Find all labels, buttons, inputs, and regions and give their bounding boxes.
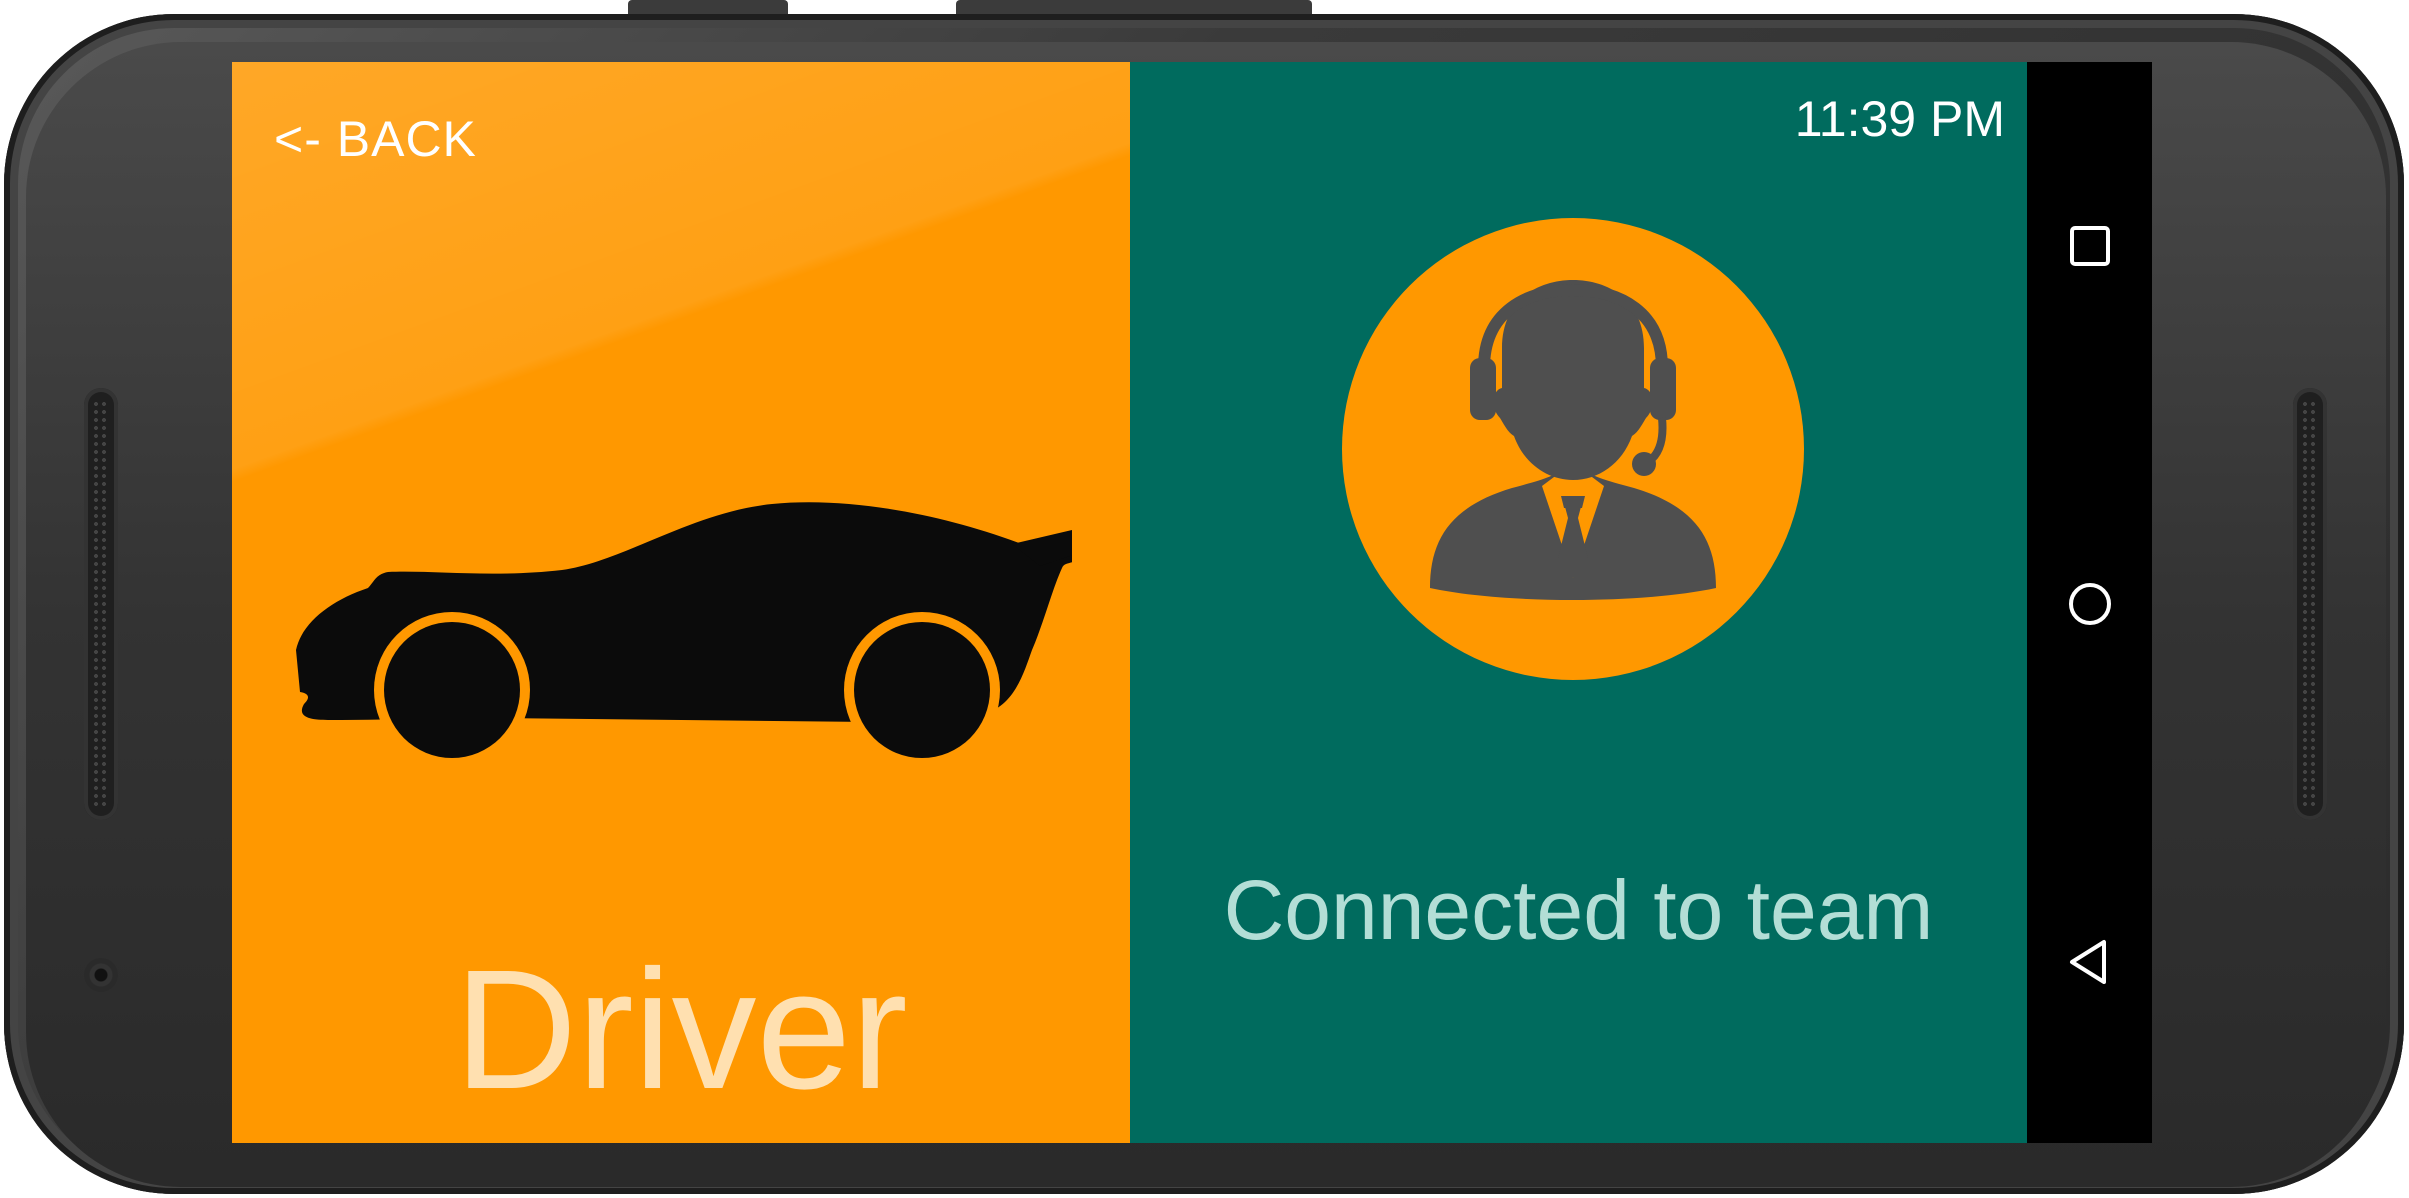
speaker-grille-right (2293, 388, 2327, 820)
role-title: Driver (454, 935, 908, 1125)
back-triangle-icon[interactable] (2062, 934, 2118, 990)
device-frame: <- BACK Driver 11:39 PM Connected to tea… (0, 0, 2409, 1198)
navigation-bar (2027, 62, 2152, 1143)
team-panel: 11:39 PM Connected to team (1130, 62, 2027, 1143)
support-agent-headset-icon (1342, 218, 1804, 680)
back-button[interactable]: <- BACK (274, 110, 477, 168)
power-button (628, 0, 788, 14)
speaker-grille-left (84, 388, 118, 820)
status-bar-clock: 11:39 PM (1794, 91, 2005, 147)
recent-apps-icon[interactable] (2062, 218, 2118, 274)
driver-panel: <- BACK Driver (232, 62, 1130, 1143)
home-icon[interactable] (2062, 576, 2118, 632)
screen: <- BACK Driver 11:39 PM Connected to tea… (232, 62, 2152, 1143)
race-car-icon (296, 502, 1072, 768)
volume-button (956, 0, 1312, 14)
connection-status: Connected to team (1223, 863, 1934, 957)
front-camera (84, 958, 118, 992)
